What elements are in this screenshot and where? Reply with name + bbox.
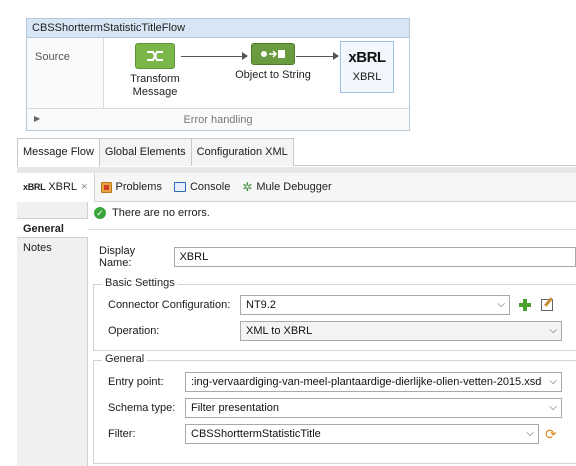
chevron-down-icon: ⌵ bbox=[549, 376, 557, 387]
object-to-string-icon bbox=[251, 43, 295, 65]
schema-type-value: Filter presentation bbox=[191, 402, 280, 414]
display-name-label: Display Name: bbox=[99, 245, 136, 269]
filter-value: CBSShorttermStatisticTitle bbox=[191, 428, 321, 440]
flow-source-area[interactable]: Source bbox=[27, 38, 104, 108]
connector-config-row: Connector Configuration: NT9.2 ⌵ bbox=[108, 295, 553, 315]
refresh-icon[interactable]: ⟳ bbox=[545, 427, 557, 441]
connector-config-select[interactable]: NT9.2 ⌵ bbox=[240, 295, 510, 315]
transform-message-label: Transform Message bbox=[130, 73, 180, 98]
operation-label: Operation: bbox=[108, 325, 160, 337]
close-icon[interactable]: × bbox=[81, 181, 87, 193]
editor-tabs: Message Flow Global Elements Configurati… bbox=[17, 138, 576, 167]
error-handling-section[interactable]: ▶ Error handling bbox=[27, 108, 409, 130]
schema-type-select[interactable]: Filter presentation ⌵ bbox=[185, 398, 562, 418]
entry-point-label: Entry point: bbox=[108, 376, 164, 388]
source-label: Source bbox=[35, 51, 70, 63]
transform-message-icon bbox=[135, 43, 175, 69]
object-to-string-label: Object to String bbox=[235, 69, 311, 81]
operation-row: Operation: XML to XBRL ⌵ bbox=[108, 321, 562, 341]
tab-global-elements[interactable]: Global Elements bbox=[98, 138, 192, 166]
schema-type-label: Schema type: bbox=[108, 402, 176, 414]
xbrl-connector-icon: xBRL bbox=[348, 49, 386, 66]
connector-config-value: NT9.2 bbox=[246, 299, 276, 311]
flow-title[interactable]: CBSShorttermStatisticTitleFlow bbox=[27, 19, 409, 38]
display-name-row: Display Name: bbox=[99, 245, 576, 269]
chevron-down-icon: ⌵ bbox=[549, 325, 557, 336]
add-config-icon[interactable] bbox=[519, 299, 531, 311]
xbrl-node[interactable]: xBRL XBRL bbox=[340, 41, 394, 93]
filter-label: Filter: bbox=[108, 428, 136, 440]
view-tabs: xBRL XBRL × Problems Console ✲ Mule Debu… bbox=[17, 172, 576, 202]
transform-message-node[interactable]: Transform Message bbox=[120, 43, 190, 99]
divider bbox=[88, 229, 576, 230]
console-icon bbox=[173, 182, 186, 192]
operation-value: XML to XBRL bbox=[246, 325, 313, 337]
ok-check-icon: ✓ bbox=[94, 207, 106, 219]
tab-configuration-xml[interactable]: Configuration XML bbox=[190, 138, 294, 166]
problems-label: Problems bbox=[115, 181, 162, 193]
edit-config-icon[interactable] bbox=[541, 299, 553, 311]
sidebar-item-notes[interactable]: Notes bbox=[17, 238, 87, 258]
flow-canvas: CBSShorttermStatisticTitleFlow Source Tr… bbox=[26, 18, 410, 131]
chevron-down-icon: ⌵ bbox=[526, 428, 534, 439]
sidebar-item-general[interactable]: General bbox=[17, 218, 88, 238]
console-label: Console bbox=[189, 181, 231, 193]
operation-select[interactable]: XML to XBRL ⌵ bbox=[240, 321, 562, 341]
filter-select[interactable]: CBSShorttermStatisticTitle ⌵ bbox=[185, 424, 539, 444]
object-to-string-node[interactable]: Object to String bbox=[228, 43, 318, 82]
filter-row: Filter: CBSShorttermStatisticTitle ⌵ ⟳ bbox=[108, 424, 557, 444]
status-text: There are no errors. bbox=[112, 207, 210, 219]
tab-message-flow[interactable]: Message Flow bbox=[17, 138, 100, 167]
chevron-down-icon: ⌵ bbox=[549, 402, 557, 413]
connector-config-label: Connector Configuration: bbox=[108, 299, 231, 311]
entry-point-row: Entry point: :ing-vervaardiging-van-meel… bbox=[108, 372, 562, 392]
tab-problems[interactable]: Problems bbox=[95, 173, 168, 202]
properties-panel: ✓ There are no errors. Display Name: Bas… bbox=[88, 202, 576, 466]
xbrl-tab-icon: xBRL bbox=[23, 182, 46, 192]
chevron-down-icon: ⌵ bbox=[497, 299, 505, 310]
xbrl-node-label: XBRL bbox=[352, 71, 382, 83]
basic-settings-title: Basic Settings bbox=[102, 277, 178, 289]
flow-arrow bbox=[296, 52, 339, 60]
debugger-icon: ✲ bbox=[242, 180, 253, 194]
tab-mule-debugger[interactable]: ✲ Mule Debugger bbox=[236, 173, 337, 202]
display-name-field[interactable] bbox=[174, 247, 576, 267]
schema-type-row: Schema type: Filter presentation ⌵ bbox=[108, 398, 562, 418]
properties-sidebar: General Notes bbox=[17, 202, 88, 466]
entry-point-select[interactable]: :ing-vervaardiging-van-meel-plantaardige… bbox=[185, 372, 562, 392]
general-group-title: General bbox=[102, 353, 148, 365]
error-handling-label: Error handling bbox=[183, 114, 253, 126]
tab-console[interactable]: Console bbox=[168, 173, 236, 202]
debugger-label: Mule Debugger bbox=[256, 181, 332, 193]
entry-point-value: :ing-vervaardiging-van-meel-plantaardige… bbox=[191, 376, 542, 388]
xbrl-tab-label: XBRL bbox=[48, 181, 78, 193]
problems-icon bbox=[100, 181, 112, 193]
tab-xbrl-properties[interactable]: xBRL XBRL × bbox=[17, 172, 95, 202]
status-message: ✓ There are no errors. bbox=[94, 207, 210, 219]
